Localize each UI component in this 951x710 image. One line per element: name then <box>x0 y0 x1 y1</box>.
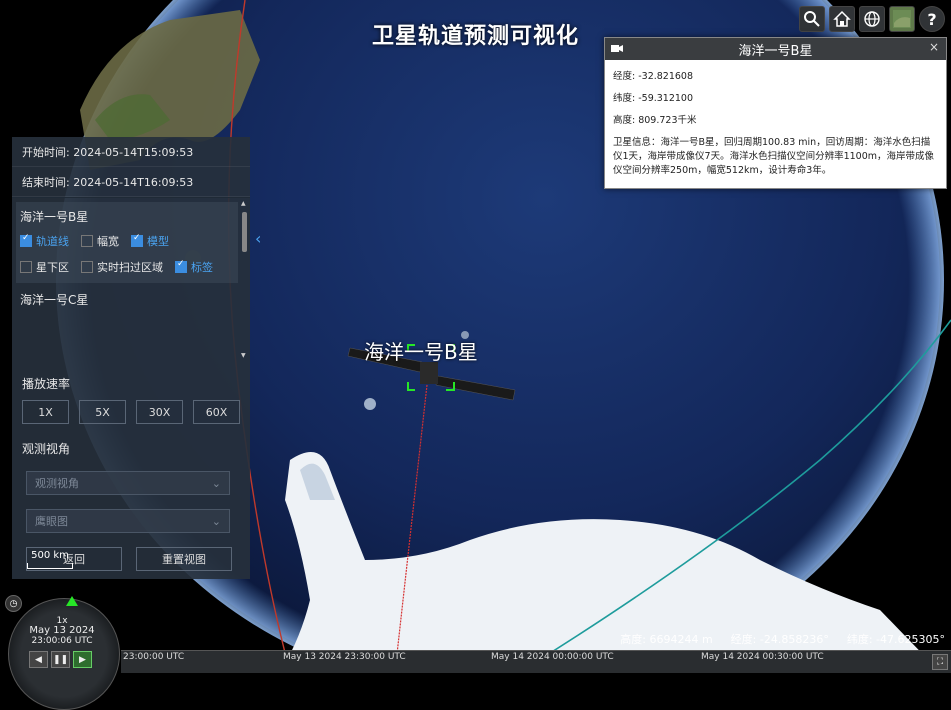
scroll-up-icon[interactable]: ▲ <box>241 200 246 207</box>
search-icon <box>804 11 820 27</box>
checkbox-box[interactable] <box>20 261 32 273</box>
checkbox-swath[interactable]: 幅宽 <box>81 231 119 251</box>
animation-readout: 1x May 13 2024 23:00:06 UTC <box>29 616 95 646</box>
scrollbar[interactable]: ▲ ▼ <box>241 198 248 361</box>
globe-icon <box>864 11 880 27</box>
search-button[interactable] <box>799 6 825 32</box>
satellite-card: 海洋一号B星 轨道线 幅宽 模型 星下区 实时扫过区域 标签 <box>16 202 238 283</box>
view-angle-select[interactable]: 观测视角 ⌄ <box>26 471 230 495</box>
camera-altitude: 高度: 6694244 m <box>620 633 713 646</box>
checkbox-box[interactable] <box>20 233 32 247</box>
start-time: 开始时间: 2024-05-14T15:09:53 <box>12 137 250 167</box>
clock-icon[interactable]: ◷ <box>5 595 22 612</box>
info-box: 海洋一号B星 × 经度: -32.821608 纬度: -59.312100 高… <box>604 37 947 189</box>
satellite-name[interactable]: 海洋一号C星 <box>16 291 238 308</box>
play-button[interactable]: ▶ <box>73 651 92 668</box>
checkbox-nadir[interactable]: 星下区 <box>20 257 69 277</box>
help-button[interactable]: ? <box>919 6 945 32</box>
cursor-longitude: 经度: -24.858236° <box>730 633 829 646</box>
checkbox-realtime-scan[interactable]: 实时扫过区域 <box>81 257 163 277</box>
home-button[interactable] <box>829 6 855 32</box>
scale-bar <box>27 563 73 569</box>
scene-mode-button[interactable] <box>859 6 885 32</box>
timeline-label: May 14 2024 00:00:00 UTC <box>491 652 614 662</box>
timeline[interactable]: 23:00:00 UTC May 13 2024 23:30:00 UTC Ma… <box>121 650 951 673</box>
checkbox-model[interactable]: 模型 <box>131 231 169 251</box>
fullscreen-button[interactable]: ⛶ <box>932 654 948 670</box>
satellite-name: 海洋一号B星 <box>20 210 89 224</box>
timeline-label: May 14 2024 00:30:00 UTC <box>701 652 824 662</box>
distance-legend: 500 km <box>27 550 73 569</box>
info-altitude: 高度: 809.723千米 <box>613 115 697 126</box>
scroll-down-icon[interactable]: ▼ <box>241 352 246 359</box>
help-icon: ? <box>927 9 937 29</box>
speed-60x-button[interactable]: 60X <box>193 400 240 424</box>
speed-1x-button[interactable]: 1X <box>22 400 69 424</box>
status-coordinates: 高度: 6694244 m 经度: -24.858236° 纬度: -47.62… <box>620 631 945 647</box>
base-layer-icon <box>893 10 911 28</box>
info-description: 卫星信息：海洋一号B星，回归周期100.83 min，回访周期：海洋水色扫描仪1… <box>613 137 935 176</box>
toolbar: ? <box>799 6 945 32</box>
scrollbar-thumb[interactable] <box>242 212 247 252</box>
speed-indicator-icon[interactable] <box>66 596 78 606</box>
eagle-eye-select[interactable]: 鹰眼图 ⌄ <box>26 509 230 533</box>
info-box-body: 经度: -32.821608 纬度: -59.312100 高度: 809.72… <box>605 60 946 178</box>
checkbox-label[interactable]: 标签 <box>175 257 213 277</box>
speed-buttons: 1X 5X 30X 60X <box>12 398 250 428</box>
camera-icon[interactable] <box>611 44 623 53</box>
cursor-latitude: 纬度: -47.625305° <box>846 633 945 646</box>
timeline-label: May 13 2024 23:30:00 UTC <box>283 652 406 662</box>
timeline-label: 23:00:00 UTC <box>123 652 185 662</box>
reverse-button[interactable]: ◀ <box>29 651 48 668</box>
chevron-down-icon: ⌄ <box>211 514 221 528</box>
satellite-list[interactable]: 海洋一号B星 轨道线 幅宽 模型 星下区 实时扫过区域 标签 海洋一号C星 ▲ … <box>12 197 250 361</box>
info-longitude: 经度: -32.821608 <box>613 71 694 82</box>
checkbox-orbit[interactable]: 轨道线 <box>20 231 69 251</box>
speed-title: 播放速率 <box>22 377 71 391</box>
checkbox-box[interactable] <box>175 259 187 273</box>
checkbox-box[interactable] <box>81 235 93 247</box>
animation-widget[interactable]: ◷ 1x May 13 2024 23:00:06 UTC ◀ ❚❚ ▶ <box>0 594 121 710</box>
speed-5x-button[interactable]: 5X <box>79 400 126 424</box>
satellite-label: 海洋一号B星 <box>364 340 478 364</box>
island <box>364 398 376 410</box>
info-box-title: 海洋一号B星 <box>738 43 813 59</box>
home-icon <box>833 10 851 27</box>
collapse-panel-icon[interactable]: ‹ <box>255 229 261 248</box>
pause-button[interactable]: ❚❚ <box>51 651 70 668</box>
checkbox-box[interactable] <box>81 261 93 273</box>
info-latitude: 纬度: -59.312100 <box>613 93 694 104</box>
chevron-down-icon: ⌄ <box>211 476 221 490</box>
close-icon[interactable]: × <box>929 40 939 54</box>
control-panel: 开始时间: 2024-05-14T15:09:53 结束时间: 2024-05-… <box>12 137 250 579</box>
checkbox-box[interactable] <box>131 233 143 247</box>
view-title: 观测视角 <box>22 442 71 456</box>
info-box-header: 海洋一号B星 × <box>605 38 946 60</box>
reset-view-button[interactable]: 重置视图 <box>136 547 232 571</box>
end-time: 结束时间: 2024-05-14T16:09:53 <box>12 167 250 197</box>
speed-30x-button[interactable]: 30X <box>136 400 183 424</box>
base-layer-picker[interactable] <box>889 6 915 32</box>
